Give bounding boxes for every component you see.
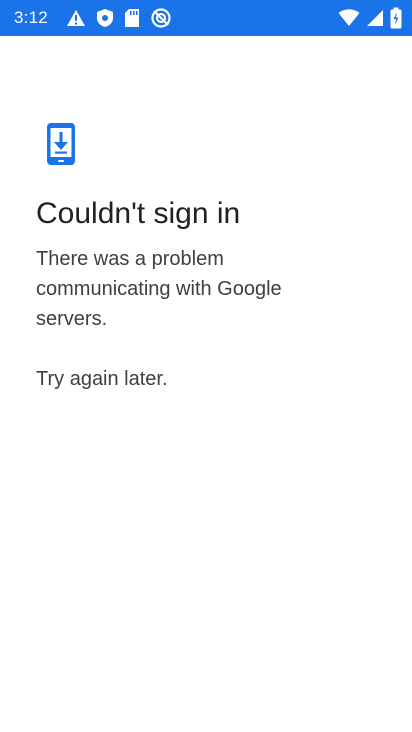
cell-signal-icon [366,9,384,27]
error-message: There was a problem communicating with G… [36,248,282,330]
shield-icon [96,8,114,28]
warning-icon [66,9,86,27]
status-bar: 3:12 [0,0,412,36]
retry-message: Try again later. [36,368,168,390]
status-system-icons [338,7,402,29]
status-notification-icons [66,7,172,29]
phone-download-icon [46,122,76,166]
wifi-icon [338,9,360,27]
sd-card-icon [124,8,140,28]
page-title: Couldn't sign in [36,197,241,230]
sign-in-error-screen: Couldn't sign in There was a problem com… [0,36,412,732]
status-time: 3:12 [14,8,48,27]
battery-icon [390,7,402,29]
no-data-icon [150,7,172,29]
